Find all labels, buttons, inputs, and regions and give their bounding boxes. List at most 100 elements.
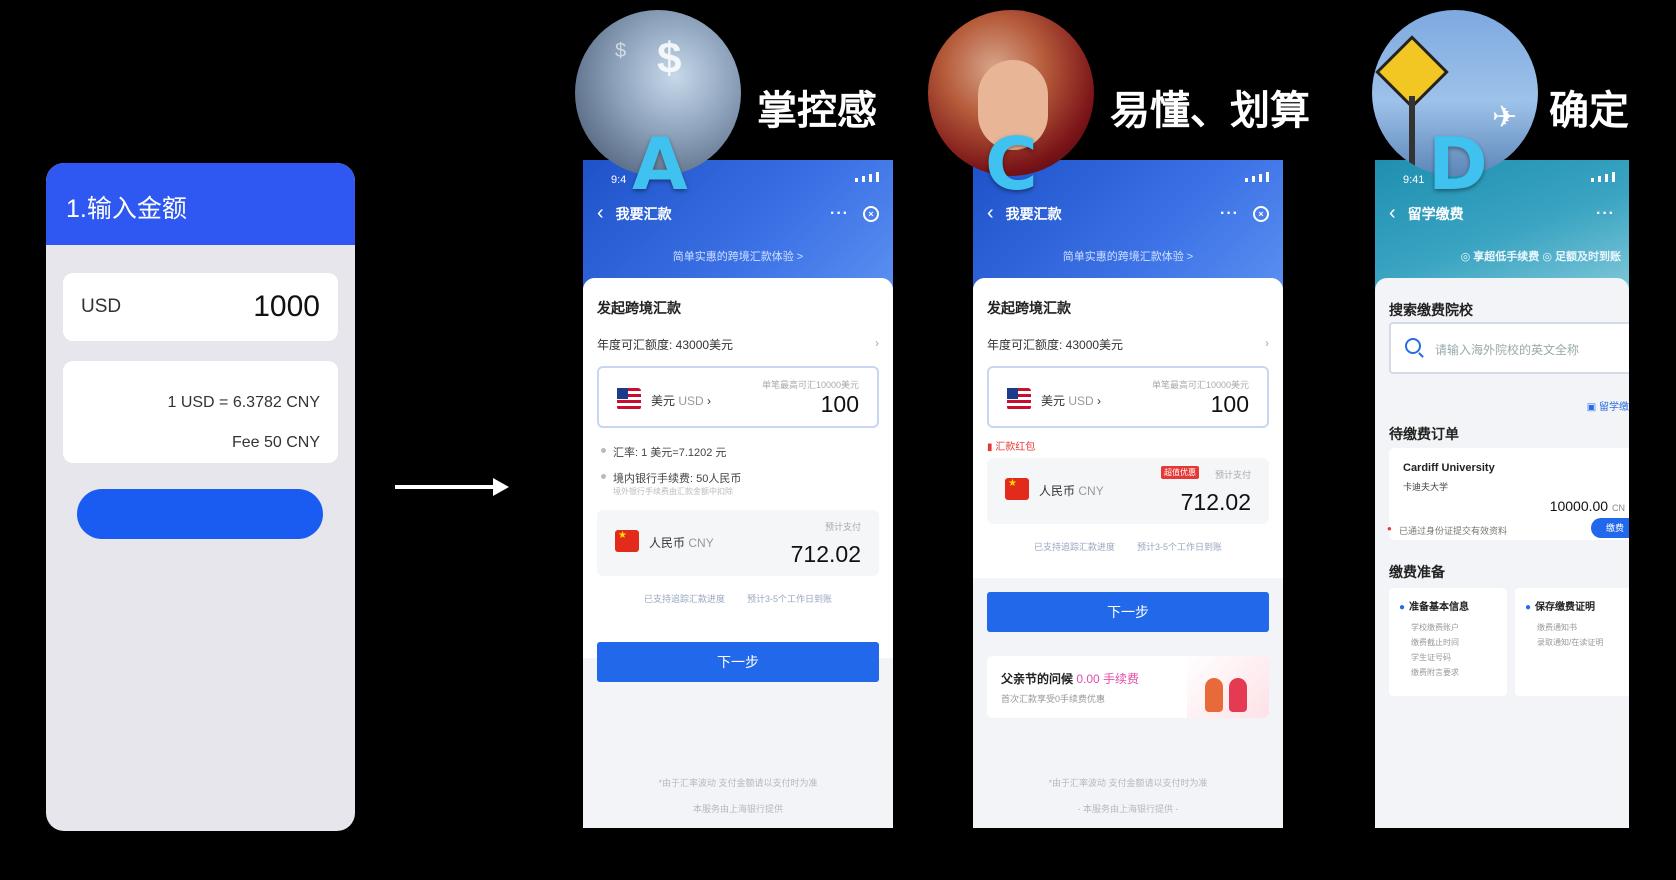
document-icon: ▣: [1586, 402, 1599, 413]
wireframe-panel: 1.输入金额 USD 1000 1 USD = 6.3782 CNY Fee 5…: [46, 163, 355, 831]
nav-title: 留学缴费: [1407, 205, 1464, 222]
wireframe-header: 1.输入金额: [46, 163, 355, 245]
remit-card: 发起跨境汇款 年度可汇额度: 43000美元 美元 USD › 单笔最高可汇10…: [583, 278, 893, 658]
prep1-item: 学校缴费账户: [1411, 623, 1459, 632]
redpack-label: 汇款红包: [995, 442, 1036, 453]
search-title: 搜索缴费院校: [1389, 302, 1473, 318]
content-area: 搜索缴费院校 请输入海外院校的英文全称 ▣ 留学缴 待缴费订单 Cardiff …: [1375, 278, 1629, 828]
fee-sub: 境外银行手续费由汇款金额中扣除: [613, 487, 733, 496]
family-illustration: [1187, 656, 1269, 718]
send-value: 100: [1210, 391, 1249, 417]
variant-label-d: 确定: [1549, 88, 1629, 134]
signal-icon: [1245, 172, 1269, 182]
amount-input[interactable]: USD 1000: [63, 273, 338, 341]
more-icon[interactable]: ···: [1596, 205, 1615, 223]
prep2-item: 缴费通知书: [1537, 623, 1577, 632]
variant-letter-d: D: [1428, 122, 1488, 206]
phone-variant-d: 9:41 ‹ 留学缴费 ··· ◎ 享超低手续费 ◎ 足额及时到账 搜索缴费院校…: [1375, 160, 1629, 828]
recv-hint: 预计支付: [1214, 470, 1251, 480]
school-search-input[interactable]: 请输入海外院校的英文全称: [1389, 322, 1629, 374]
airplane-icon: ✈: [1492, 101, 1518, 134]
back-icon[interactable]: ‹: [1389, 202, 1396, 225]
study-pay-link[interactable]: ▣ 留学缴: [1587, 398, 1629, 413]
footer-note: *由于汇率波动 支付金额请以支付时为准: [658, 778, 818, 788]
recv-value: 712.02: [1180, 489, 1251, 515]
quota-row[interactable]: 年度可汇额度: 43000美元: [987, 336, 1269, 353]
check-tracking: 已支持追踪汇款进度: [1033, 542, 1115, 552]
amount-unit: CN: [1612, 503, 1625, 513]
signal-icon: [1591, 172, 1615, 182]
orders-title: 待缴费订单: [1389, 426, 1459, 442]
redpack-link[interactable]: ▮ 汇款红包: [987, 438, 1035, 453]
prep-card-info[interactable]: 准备基本信息 学校缴费账户 缴费截止时间 学生证号码 缴费附言要求: [1389, 588, 1507, 696]
rate-text: 1 USD = 6.3782 CNY: [167, 394, 320, 411]
header-banner: 9:4 ‹ 我要汇款 ··· × 简单实惠的跨境汇款体验 >: [583, 160, 893, 290]
close-icon[interactable]: ×: [1253, 205, 1269, 222]
order-amount: 10000.00 CN: [1550, 498, 1625, 514]
quota-row[interactable]: 年度可汇额度: 43000美元: [597, 336, 879, 353]
amount-value: 10000.00: [1549, 498, 1609, 514]
prep1-title: 准备基本信息: [1399, 598, 1469, 613]
tagline-link[interactable]: 简单实惠的跨境汇款体验 >: [583, 248, 893, 264]
study-pay-label: 留学缴: [1599, 402, 1629, 413]
rate-card: 1 USD = 6.3782 CNY Fee 50 CNY: [63, 361, 338, 463]
prep-card-proof[interactable]: 保存缴费证明 缴费通知书 录取通知/在读证明: [1515, 588, 1629, 696]
send-currency-select[interactable]: 美元 USD ›: [1041, 392, 1101, 409]
next-button[interactable]: 下一步: [987, 592, 1269, 632]
signal-icon: [855, 172, 879, 182]
check-arrival: 预计3-5个工作日到账: [1137, 542, 1223, 552]
fee-text: Fee 50 CNY: [231, 434, 320, 451]
dollar-icon: $: [615, 40, 627, 62]
send-currency: 美元: [651, 394, 676, 408]
send-currency-select[interactable]: 美元 USD ›: [651, 392, 711, 409]
send-amount-input[interactable]: 美元 USD › 单笔最高可汇10000美元 100: [597, 366, 879, 428]
more-icon[interactable]: ···: [830, 205, 849, 223]
check-tracking: 已支持追踪汇款进度: [643, 594, 725, 604]
next-button[interactable]: 下一步: [597, 642, 879, 682]
promo-sub: 首次汇款享受0手续费优惠: [1001, 694, 1106, 704]
receive-amount: 人民币 CNY 预计支付 712.02: [597, 510, 879, 576]
prep1-item: 缴费附言要求: [1411, 668, 1459, 677]
dollar-icon: $: [657, 34, 682, 83]
rate-detail: 汇率: 1 美元=7.1202 元: [601, 444, 879, 460]
recv-currency: 人民币: [649, 536, 686, 550]
prep2-item: 录取通知/在读证明: [1537, 638, 1604, 647]
send-code: USD: [1068, 394, 1094, 408]
phone-variant-a: 9:4 ‹ 我要汇款 ··· × 简单实惠的跨境汇款体验 > 发起跨境汇款 年度…: [583, 160, 893, 828]
back-icon[interactable]: ‹: [597, 202, 604, 225]
cn-flag-icon: [1005, 478, 1029, 500]
close-icon[interactable]: ×: [863, 205, 879, 222]
recv-value: 712.02: [790, 541, 861, 567]
section-title: 发起跨境汇款: [987, 300, 1071, 316]
prep-title: 缴费准备: [1389, 564, 1445, 580]
school-name: Cardiff University: [1403, 462, 1495, 474]
send-code: USD: [678, 394, 704, 408]
prep-grid: 准备基本信息 学校缴费账户 缴费截止时间 学生证号码 缴费附言要求 保存缴费证明…: [1389, 588, 1629, 696]
variant-label-a: 掌控感: [757, 88, 877, 134]
more-icon[interactable]: ···: [1220, 205, 1239, 223]
tagline-link[interactable]: 简单实惠的跨境汇款体验 >: [973, 248, 1283, 264]
fee-detail: 境内银行手续费: 50人民币: [601, 470, 879, 486]
submit-button[interactable]: [77, 489, 323, 539]
pay-button[interactable]: 缴费: [1591, 518, 1629, 538]
send-amount-input[interactable]: 美元 USD › 单笔最高可汇10000美元 100: [987, 366, 1269, 428]
recv-currency: 人民币: [1039, 484, 1076, 498]
sign-pole: [1409, 96, 1415, 176]
us-flag-icon: [617, 388, 641, 410]
us-flag-icon: [1007, 388, 1031, 410]
footer-provider: 本服务由上海银行提供: [692, 804, 783, 814]
send-hint: 单笔最高可汇10000美元: [1151, 380, 1249, 390]
prep1-item: 缴费截止时间: [1411, 638, 1459, 647]
status-time: 9:4: [611, 174, 627, 186]
variant-letter-c: C: [985, 122, 1038, 206]
cn-flag-icon: [615, 530, 639, 552]
phone-variant-c: ‹ 我要汇款 ··· × 简单实惠的跨境汇款体验 > 发起跨境汇款 年度可汇额度…: [973, 160, 1283, 828]
recv-code: CNY: [688, 536, 714, 550]
order-hint: 已通过身份证提交有效资料: [1387, 524, 1507, 537]
promo-banner[interactable]: 父亲节的问候 0.00 手续费 首次汇款享受0手续费优惠: [987, 656, 1269, 718]
nav-title: 我要汇款: [615, 205, 672, 222]
recv-code: CNY: [1078, 484, 1104, 498]
promo-title: 父亲节的问候: [1001, 672, 1074, 686]
search-placeholder: 请输入海外院校的英文全称: [1435, 343, 1580, 357]
variant-letter-a: A: [632, 122, 688, 206]
